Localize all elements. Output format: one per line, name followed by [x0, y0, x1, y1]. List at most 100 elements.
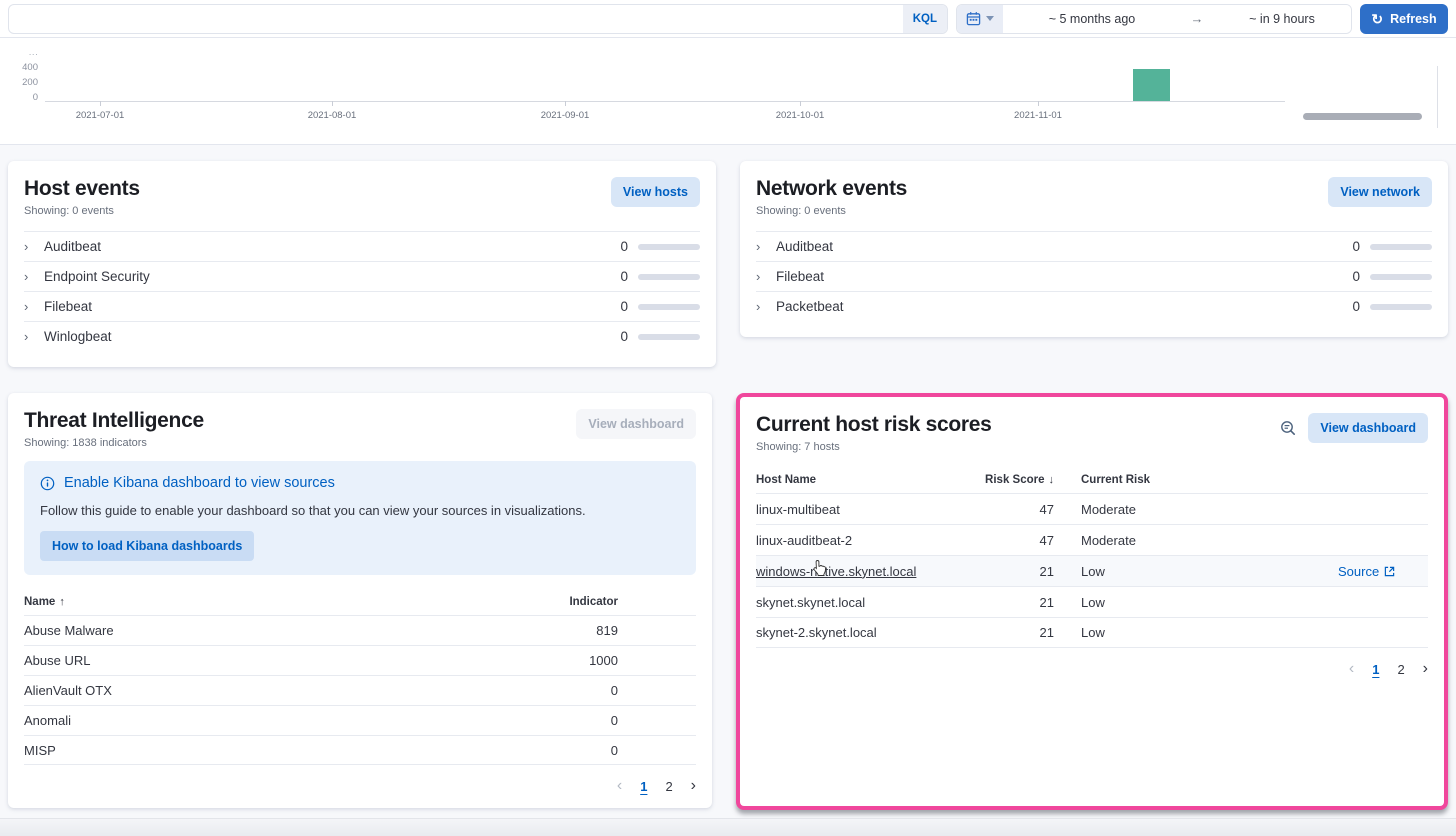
host-events-row-auditbeat[interactable]: › Auditbeat 0 — [24, 231, 700, 261]
scrollbar-thumb[interactable] — [1303, 113, 1422, 120]
indicator-count: 819 — [536, 623, 696, 638]
page-2-button[interactable]: 2 — [665, 779, 672, 794]
event-count: 0 — [620, 329, 628, 344]
column-header-name[interactable]: Name↑ — [24, 596, 536, 608]
network-events-row-auditbeat[interactable]: › Auditbeat 0 — [756, 231, 1432, 261]
column-header-risk-score[interactable]: Risk Score↓ — [964, 474, 1081, 486]
start-date-button[interactable]: ~ 5 months ago — [1003, 5, 1181, 33]
network-events-row-filebeat[interactable]: › Filebeat 0 — [756, 261, 1432, 291]
host-events-row-endpoint-security[interactable]: › Endpoint Security 0 — [24, 261, 700, 291]
chevron-right-icon[interactable]: › — [24, 269, 44, 284]
source-name: AlienVault OTX — [24, 683, 536, 698]
event-count: 0 — [620, 239, 628, 254]
risk-score: 47 — [964, 502, 1081, 517]
date-range-picker: ~ 5 months ago → ~ in 9 hours — [956, 4, 1352, 34]
chevron-right-icon[interactable]: › — [756, 239, 776, 254]
table-row: linux-auditbeat-2 47 Moderate — [756, 524, 1428, 555]
view-dashboard-button[interactable]: View dashboard — [1308, 413, 1428, 443]
network-events-showing: Showing: 0 events — [756, 205, 907, 217]
events-histogram: ··· 400 200 0 2021-07-01 2021-08-01 2021… — [0, 38, 1456, 145]
column-header-indicator[interactable]: Indicator — [536, 596, 696, 608]
search-input[interactable]: KQL — [8, 4, 948, 34]
threat-intelligence-table: Name↑ Indicator Abuse Malware 819 Abuse … — [24, 589, 696, 765]
network-events-title: Network events — [756, 177, 907, 201]
current-risk: Moderate — [1081, 533, 1338, 548]
source-name: MISP — [24, 743, 536, 758]
page-2-button[interactable]: 2 — [1397, 662, 1404, 677]
progress-track — [638, 244, 700, 250]
host-events-panel: Host events Showing: 0 events View hosts… — [8, 161, 716, 367]
current-risk: Moderate — [1081, 502, 1338, 517]
indicator-count: 0 — [536, 713, 696, 728]
y-axis-label: 200 — [2, 78, 38, 88]
page-1-button[interactable]: 1 — [1372, 662, 1379, 677]
table-row-hovered: windows-native.skynet.local 21 Low Sourc… — [756, 555, 1428, 586]
table-row: linux-multibeat 47 Moderate — [756, 493, 1428, 524]
indicator-count: 1000 — [536, 653, 696, 668]
event-count: 0 — [1352, 239, 1360, 254]
current-risk: Low — [1081, 595, 1338, 610]
table-row: MISP 0 — [24, 735, 696, 765]
kql-button[interactable]: KQL — [903, 5, 947, 33]
host-events-row-filebeat[interactable]: › Filebeat 0 — [24, 291, 700, 321]
view-dashboard-button-disabled[interactable]: View dashboard — [576, 409, 696, 439]
host-risk-showing: Showing: 7 hosts — [756, 441, 992, 453]
histogram-bar[interactable] — [1133, 69, 1170, 101]
page-1-button[interactable]: 1 — [640, 779, 647, 794]
host-name[interactable]: skynet-2.skynet.local — [756, 625, 964, 640]
threat-intelligence-panel: Threat Intelligence Showing: 1838 indica… — [8, 393, 712, 808]
refresh-button[interactable]: ↻ Refresh — [1360, 4, 1448, 34]
view-hosts-button[interactable]: View hosts — [611, 177, 700, 207]
progress-track — [638, 334, 700, 340]
risk-score: 21 — [964, 625, 1081, 640]
threat-intelligence-title: Threat Intelligence — [24, 409, 204, 433]
page-prev-button[interactable]: ‹ — [617, 777, 622, 795]
x-axis-label: 2021-11-01 — [996, 110, 1080, 121]
refresh-icon: ↻ — [1371, 12, 1383, 26]
indicator-count: 0 — [536, 683, 696, 698]
end-date-button[interactable]: ~ in 9 hours — [1213, 5, 1351, 33]
indicator-count: 0 — [536, 743, 696, 758]
column-header-host-name[interactable]: Host Name — [756, 474, 964, 486]
progress-track — [1370, 304, 1432, 310]
host-name[interactable]: skynet.skynet.local — [756, 595, 964, 610]
view-network-button[interactable]: View network — [1328, 177, 1432, 207]
column-header-current-risk[interactable]: Current Risk — [1081, 474, 1338, 486]
inspect-button[interactable] — [1280, 420, 1296, 436]
host-name-link[interactable]: windows-native.skynet.local — [756, 564, 916, 579]
network-events-row-packetbeat[interactable]: › Packetbeat 0 — [756, 291, 1432, 321]
page-next-button[interactable]: › — [1423, 660, 1428, 678]
host-events-row-winlogbeat[interactable]: › Winlogbeat 0 — [24, 321, 700, 351]
source-name: Anomali — [24, 713, 536, 728]
x-axis-line — [45, 101, 1285, 102]
arrow-right-icon: → — [1181, 5, 1213, 33]
source-link[interactable]: Source — [1338, 564, 1395, 579]
chevron-right-icon[interactable]: › — [24, 329, 44, 344]
refresh-label: Refresh — [1390, 12, 1437, 26]
host-name[interactable]: linux-auditbeat-2 — [756, 533, 964, 548]
host-events-showing: Showing: 0 events — [24, 205, 140, 217]
y-axis-label: 0 — [2, 93, 38, 103]
table-row: skynet-2.skynet.local 21 Low — [756, 617, 1428, 648]
host-name[interactable]: linux-multibeat — [756, 502, 964, 517]
chevron-right-icon[interactable]: › — [24, 299, 44, 314]
network-events-panel: Network events Showing: 0 events View ne… — [740, 161, 1448, 337]
how-to-load-dashboards-button[interactable]: How to load Kibana dashboards — [40, 531, 254, 561]
calendar-icon — [966, 11, 981, 26]
bottom-strip — [0, 818, 1456, 836]
sort-desc-icon: ↓ — [1049, 474, 1055, 486]
page-prev-button[interactable]: ‹ — [1349, 660, 1354, 678]
chart-right-divider — [1437, 66, 1438, 128]
sort-asc-icon: ↑ — [59, 596, 65, 608]
event-count: 0 — [1352, 269, 1360, 284]
current-risk: Low — [1081, 564, 1338, 579]
chevron-right-icon[interactable]: › — [756, 269, 776, 284]
query-toolbar: KQL ~ 5 months ago → ~ in 9 hours ↻ Refr… — [0, 0, 1456, 38]
callout-title-link[interactable]: Enable Kibana dashboard to view sources — [40, 475, 680, 491]
chevron-right-icon[interactable]: › — [756, 299, 776, 314]
chevron-right-icon[interactable]: › — [24, 239, 44, 254]
page-next-button[interactable]: › — [691, 777, 696, 795]
progress-track — [638, 304, 700, 310]
risk-score: 21 — [964, 595, 1081, 610]
calendar-dropdown-button[interactable] — [957, 5, 1003, 33]
